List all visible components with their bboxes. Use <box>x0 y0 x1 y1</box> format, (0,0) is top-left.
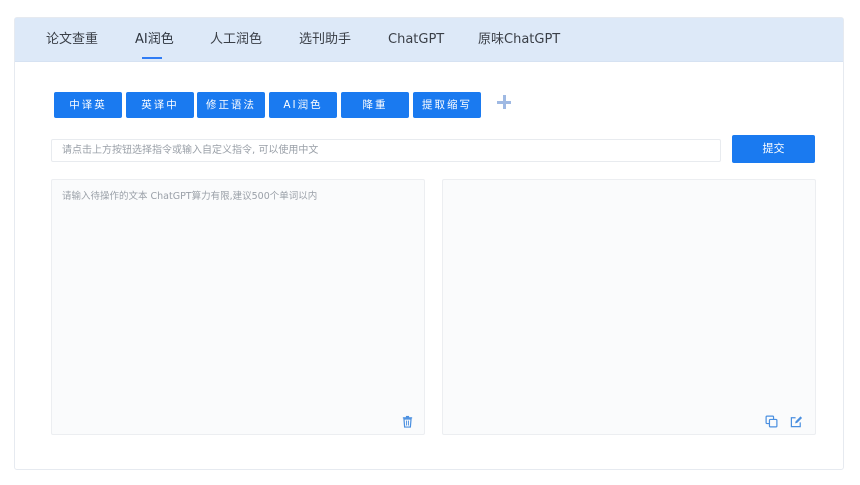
tab-plagiarism-check[interactable]: 论文查重 <box>46 18 98 61</box>
reduce-duplication-button[interactable]: 降重 <box>341 92 409 118</box>
tab-bar: 论文查重 AI润色 人工润色 选刊助手 ChatGPT 原味ChatGPT <box>15 18 843 62</box>
trash-icon[interactable] <box>401 415 414 428</box>
submit-button[interactable]: 提交 <box>732 135 815 163</box>
cn-to-en-button[interactable]: 中译英 <box>54 92 122 118</box>
tab-manual-polish[interactable]: 人工润色 <box>210 18 262 61</box>
extract-abbreviation-button[interactable]: 提取缩写 <box>413 92 481 118</box>
command-input[interactable] <box>51 139 721 162</box>
result-text-box <box>442 179 816 435</box>
en-to-cn-button[interactable]: 英译中 <box>126 92 194 118</box>
tab-journal-assistant[interactable]: 选刊助手 <box>299 18 351 61</box>
result-text-output[interactable] <box>443 180 815 410</box>
tab-chatgpt[interactable]: ChatGPT <box>388 18 444 61</box>
source-text-box <box>51 179 425 435</box>
fix-grammar-button[interactable]: 修正语法 <box>197 92 265 118</box>
active-tab-indicator <box>142 57 162 59</box>
copy-icon[interactable] <box>765 415 778 428</box>
plus-icon[interactable] <box>497 95 511 109</box>
tab-original-chatgpt[interactable]: 原味ChatGPT <box>478 18 560 61</box>
tab-ai-polish[interactable]: AI润色 <box>135 18 174 61</box>
source-text-input[interactable] <box>52 180 424 410</box>
edit-icon[interactable] <box>790 415 803 428</box>
polish-panel: 论文查重 AI润色 人工润色 选刊助手 ChatGPT 原味ChatGPT 中译… <box>14 17 844 470</box>
ai-polish-button[interactable]: AI润色 <box>269 92 337 118</box>
